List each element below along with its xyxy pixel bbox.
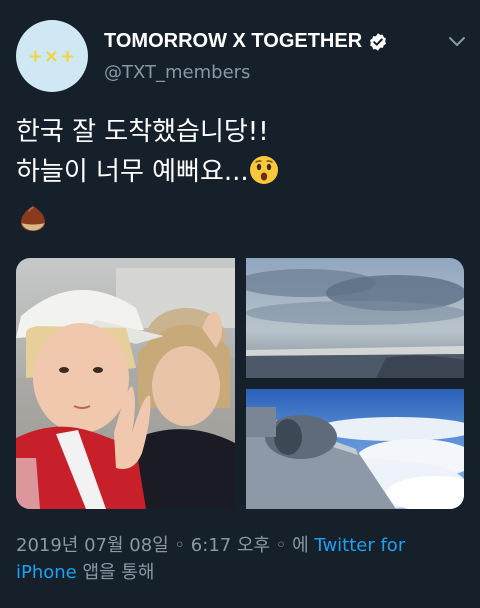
tweet-text: 한국 잘 도착했습니당!! 하늘이 너무 예뻐요... bbox=[16, 112, 456, 192]
avatar[interactable]: +×+ bbox=[16, 20, 88, 92]
media-grid bbox=[16, 258, 464, 509]
avatar-logo: +×+ bbox=[27, 45, 77, 67]
tweet-text-line-2-text: 하늘이 너무 예뻐요... bbox=[16, 157, 249, 187]
photo-selfie[interactable] bbox=[16, 258, 235, 509]
tweet-text-line-2: 하늘이 너무 예뻐요... bbox=[16, 152, 456, 192]
display-name[interactable]: TOMORROW X TOGETHER bbox=[104, 30, 362, 53]
verified-badge-icon bbox=[368, 32, 388, 52]
author-name-row[interactable]: TOMORROW X TOGETHER bbox=[104, 30, 388, 53]
chevron-down-icon[interactable] bbox=[448, 34, 466, 48]
photo-airplane-wing-clouds[interactable] bbox=[246, 389, 464, 509]
photo-sky-over-clouds[interactable] bbox=[246, 258, 464, 378]
chestnut-icon bbox=[18, 203, 48, 233]
source-suffix: 앱을 통해 bbox=[76, 562, 155, 583]
tweet-meta: 2019년 07월 08일 ◦ 6:17 오후 ◦ 에 Twitter for … bbox=[16, 532, 456, 586]
user-handle[interactable]: @TXT_members bbox=[104, 62, 250, 83]
tweet-timestamp[interactable]: 2019년 07월 08일 ◦ 6:17 오후 ◦ 에 bbox=[16, 535, 309, 556]
astonished-face-icon bbox=[249, 155, 279, 185]
tweet-text-line-1: 한국 잘 도착했습니당!! bbox=[16, 117, 269, 147]
tweet: +×+ TOMORROW X TOGETHER @TXT_members 한국 … bbox=[0, 0, 480, 608]
